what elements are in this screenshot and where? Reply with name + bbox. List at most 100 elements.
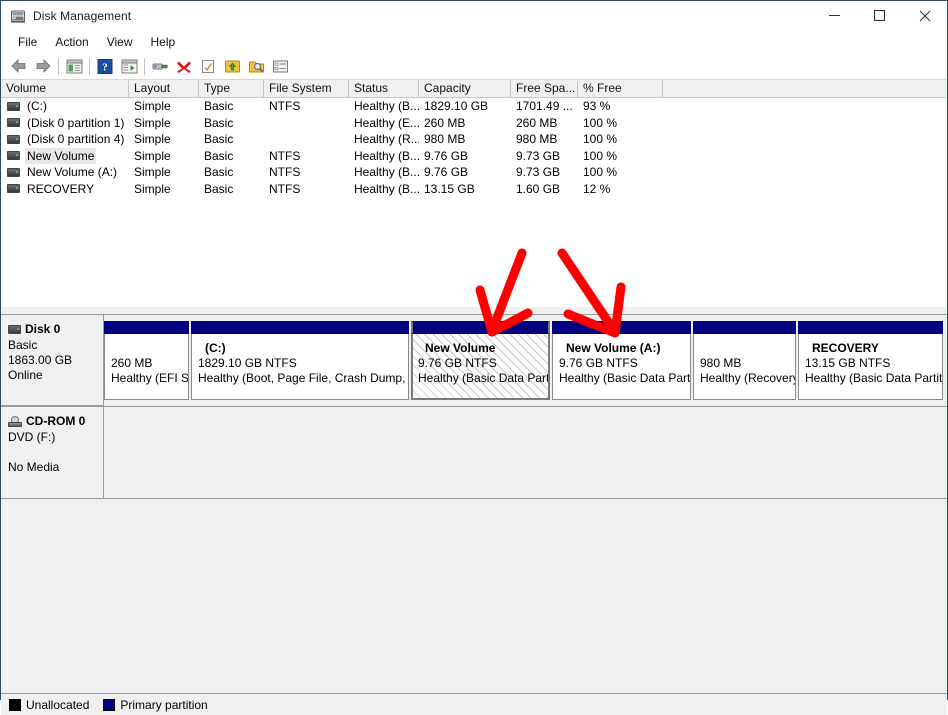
table-row[interactable]: New Volume (A:)SimpleBasicNTFSHealthy (B… [1, 164, 947, 181]
window-controls [812, 1, 947, 30]
cell-file_system: NTFS [264, 148, 349, 165]
column-header[interactable]: Volume [1, 80, 129, 97]
menu-action[interactable]: Action [46, 32, 97, 52]
partition-status: Healthy (Boot, Page File, Crash Dump, Ba [198, 371, 408, 386]
list-view-icon[interactable] [268, 55, 292, 77]
partition-color-bar [552, 321, 691, 334]
menu-bar: File Action View Help [1, 30, 947, 53]
column-header[interactable]: Type [199, 80, 264, 97]
partition-name: New Volume (A:) [559, 341, 690, 356]
partition-block[interactable]: RECOVERY13.15 GB NTFSHealthy (Basic Data… [798, 321, 943, 400]
pane-splitter[interactable] [1, 306, 947, 315]
volume-label: New Volume [25, 148, 96, 165]
column-header[interactable]: File System [264, 80, 349, 97]
toolbar-separator [144, 58, 145, 75]
table-row[interactable]: (Disk 0 partition 4)SimpleBasicHealthy (… [1, 131, 947, 148]
partition-details: RECOVERY13.15 GB NTFSHealthy (Basic Data… [798, 334, 943, 400]
cell-free_space: 9.73 GB [511, 148, 578, 165]
partition-status: Healthy (EFI S [111, 371, 188, 386]
cell-capacity: 980 MB [419, 131, 511, 148]
partition-block[interactable]: 260 MBHealthy (EFI S [104, 321, 189, 400]
menu-view[interactable]: View [98, 32, 142, 52]
cell-capacity: 9.76 GB [419, 148, 511, 165]
cell-status: Healthy (B... [349, 181, 419, 198]
legend-swatch-unallocated [9, 699, 21, 711]
column-header[interactable]: Layout [129, 80, 199, 97]
table-row[interactable]: RECOVERYSimpleBasicNTFSHealthy (B...13.1… [1, 181, 947, 198]
volume-label: (Disk 0 partition 4) [25, 131, 126, 148]
partition-name [111, 341, 188, 356]
cell-capacity: 9.76 GB [419, 164, 511, 181]
close-button[interactable] [902, 1, 947, 30]
column-header[interactable]: Capacity [419, 80, 511, 97]
partition-color-bar [104, 321, 189, 334]
partition-size: 9.76 GB NTFS [418, 356, 548, 371]
help-icon[interactable]: ? [93, 55, 117, 77]
disk-info-panel[interactable]: Disk 0 Basic 1863.00 GB Online [1, 315, 104, 406]
disk-type: Basic [8, 338, 97, 353]
partition-size: 1829.10 GB NTFS [198, 356, 408, 371]
rescan-disks-icon[interactable] [220, 55, 244, 77]
volume-label: New Volume (A:) [25, 164, 119, 181]
search-folder-icon[interactable] [244, 55, 268, 77]
partition-status: Healthy (Basic Data Partit [418, 371, 548, 386]
cdrom-row: CD-ROM 0 DVD (F:) No Media [1, 407, 947, 499]
cell-status: Healthy (B... [349, 164, 419, 181]
cell-percent_free: 12 % [578, 181, 663, 198]
graphical-view-pane: Disk 0 Basic 1863.00 GB Online 260 MBHea… [1, 315, 947, 715]
show-console-tree-icon[interactable] [62, 55, 86, 77]
column-header[interactable] [663, 80, 947, 97]
cdrom-empty-area [104, 407, 947, 499]
refresh-icon[interactable] [196, 55, 220, 77]
partition-block[interactable]: New Volume (A:)9.76 GB NTFSHealthy (Basi… [552, 321, 691, 400]
menu-help[interactable]: Help [142, 32, 185, 52]
maximize-button[interactable] [857, 1, 902, 30]
cell-free_space: 980 MB [511, 131, 578, 148]
cdrom-drive-letter: DVD (F:) [8, 430, 97, 445]
disk-state: Online [8, 368, 97, 383]
partition-block[interactable]: New Volume9.76 GB NTFSHealthy (Basic Dat… [411, 321, 550, 400]
cell-file_system [264, 131, 349, 148]
cell-percent_free: 100 % [578, 131, 663, 148]
partition-block[interactable]: (C:)1829.10 GB NTFSHealthy (Boot, Page F… [191, 321, 409, 400]
cell-volume: (Disk 0 partition 4) [1, 131, 129, 148]
spacer [8, 445, 97, 460]
partition-color-bar [693, 321, 796, 334]
cell-layout: Simple [129, 98, 199, 115]
partition-status: Healthy (Basic Data Partiti [805, 371, 942, 386]
cell-percent_free: 93 % [578, 98, 663, 115]
show-action-pane-icon[interactable] [117, 55, 141, 77]
table-row[interactable]: New VolumeSimpleBasicNTFSHealthy (B...9.… [1, 148, 947, 165]
column-header[interactable]: Status [349, 80, 419, 97]
cell-volume: New Volume (A:) [1, 164, 129, 181]
column-header[interactable]: % Free [578, 80, 663, 97]
menu-file[interactable]: File [9, 32, 46, 52]
forward-arrow-icon[interactable] [31, 55, 55, 77]
partition-size: 260 MB [111, 356, 188, 371]
cdrom-title: CD-ROM 0 [8, 414, 97, 429]
cell-percent_free: 100 % [578, 115, 663, 132]
cell-percent_free: 100 % [578, 164, 663, 181]
properties-icon[interactable] [148, 55, 172, 77]
back-arrow-icon[interactable] [7, 55, 31, 77]
cell-volume: RECOVERY [1, 181, 129, 198]
delete-icon[interactable] [172, 55, 196, 77]
table-row[interactable]: (C:)SimpleBasicNTFSHealthy (B...1829.10 … [1, 98, 947, 115]
volume-drive-icon [7, 168, 20, 177]
cell-layout: Simple [129, 181, 199, 198]
partition-size: 9.76 GB NTFS [559, 356, 690, 371]
cell-status: Healthy (E... [349, 115, 419, 132]
partition-color-bar [411, 321, 550, 334]
cell-capacity: 13.15 GB [419, 181, 511, 198]
cell-file_system [264, 115, 349, 132]
cell-free_space: 260 MB [511, 115, 578, 132]
table-row[interactable]: (Disk 0 partition 1)SimpleBasicHealthy (… [1, 115, 947, 132]
column-header[interactable]: Free Spa... [511, 80, 578, 97]
hard-disk-icon [8, 325, 21, 334]
partition-block[interactable]: 980 MBHealthy (Recovery [693, 321, 796, 400]
cell-type: Basic [199, 181, 264, 198]
cell-type: Basic [199, 98, 264, 115]
minimize-button[interactable] [812, 1, 857, 30]
cdrom-info-panel[interactable]: CD-ROM 0 DVD (F:) No Media [1, 407, 104, 499]
partition-name [700, 341, 795, 356]
